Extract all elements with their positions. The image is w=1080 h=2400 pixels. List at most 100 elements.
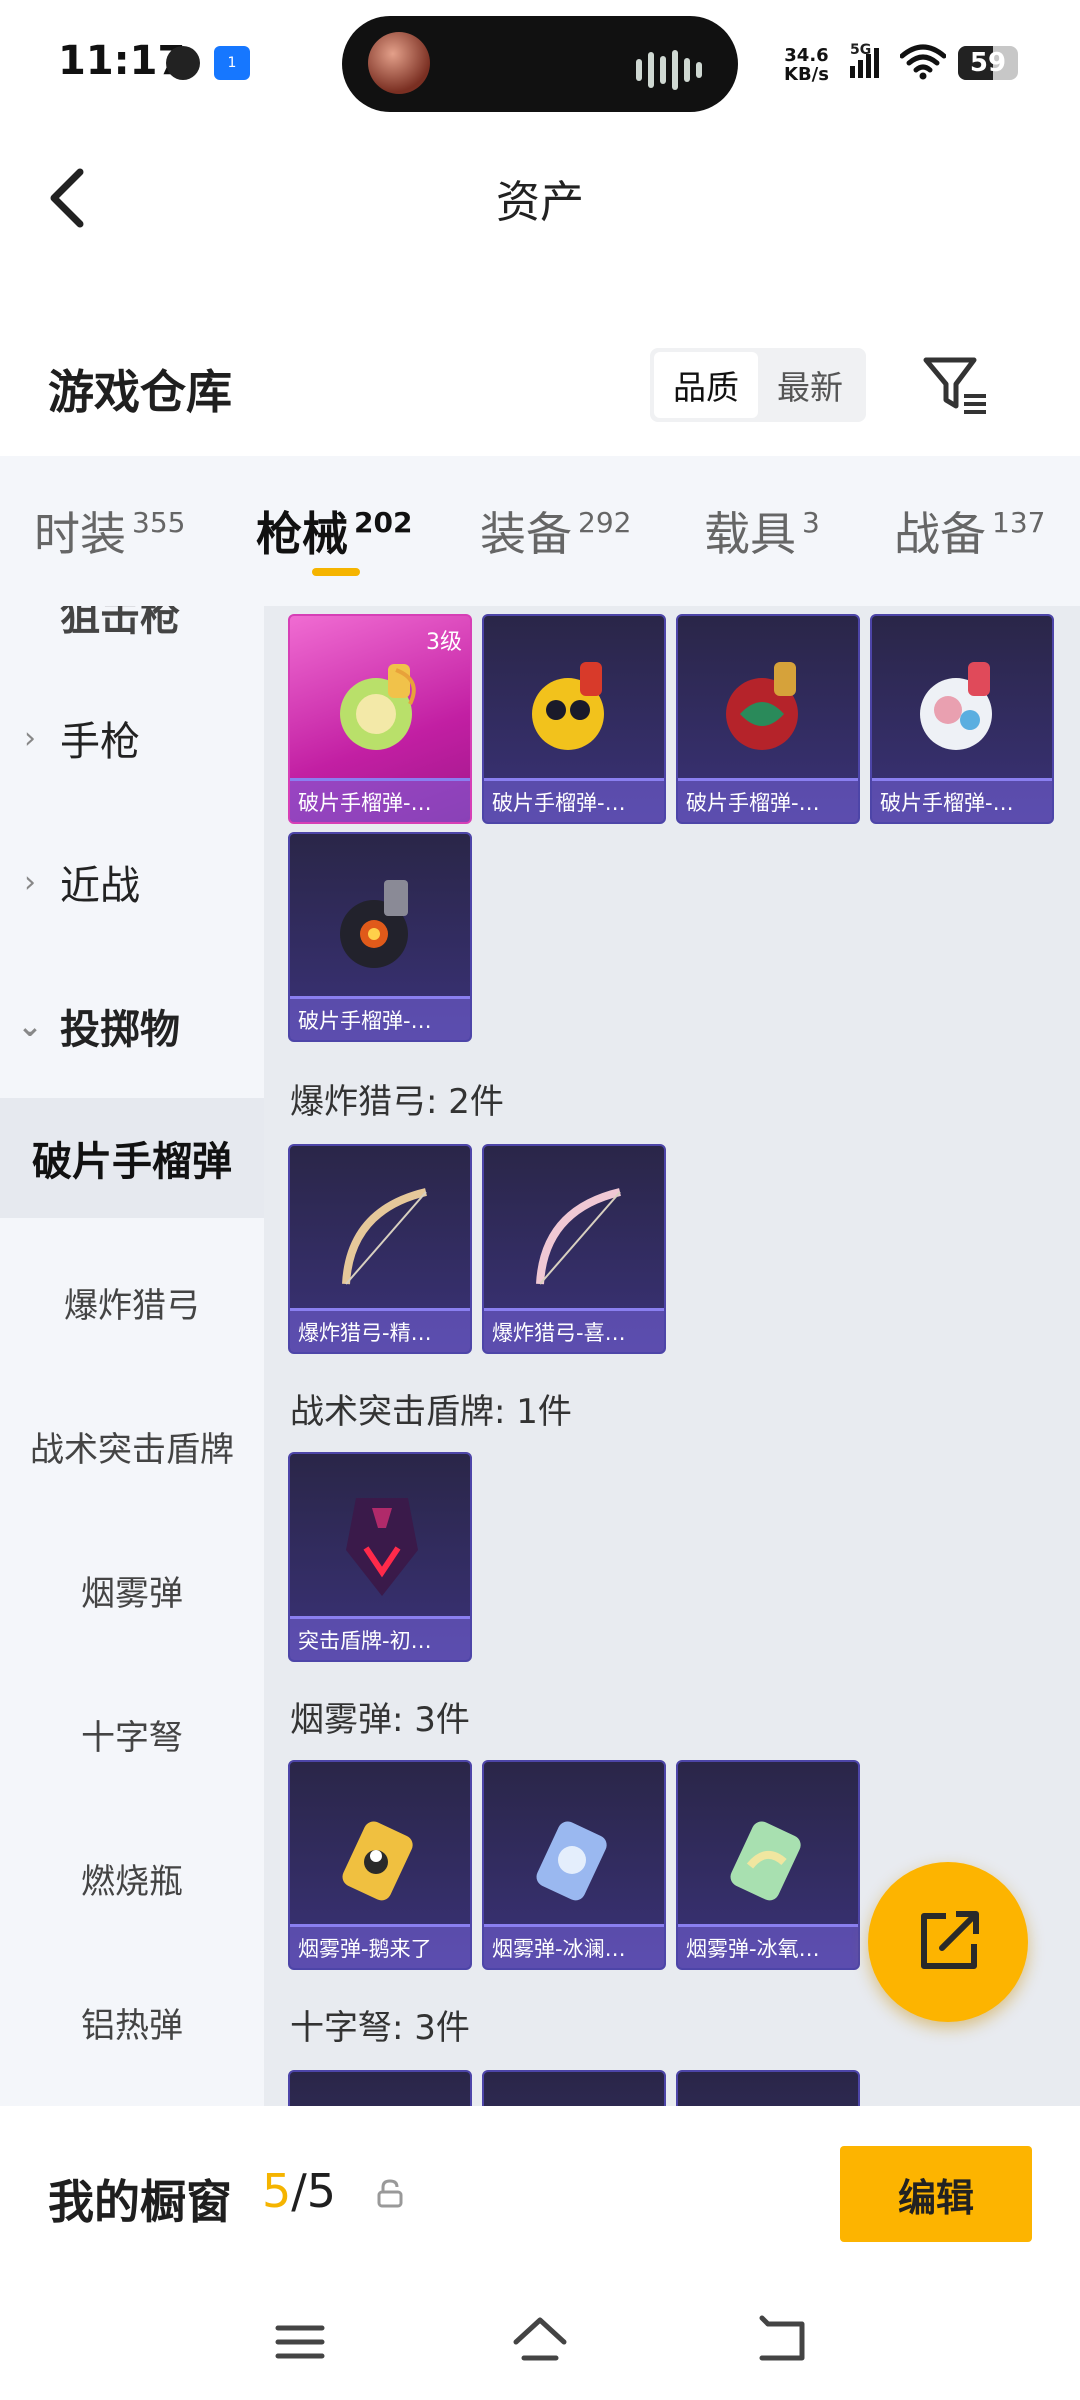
item-card[interactable]: 破片手榴弹-… — [288, 832, 472, 1042]
tab-gear[interactable]: 战备 137 — [894, 498, 1045, 564]
item-card[interactable]: 3级 破片手榴弹-… — [288, 614, 472, 824]
item-card[interactable] — [676, 2070, 860, 2106]
section-title: 游戏仓库 — [48, 365, 232, 419]
grenade-icon — [340, 664, 416, 750]
filter-icon[interactable] — [920, 354, 990, 418]
chevron-right-icon: › — [24, 864, 36, 900]
group-title: 烟雾弹: 3件 — [290, 1700, 470, 1740]
edit-button[interactable]: 编辑 — [840, 2146, 1032, 2242]
item-name: 爆炸猎弓-喜… — [484, 1308, 664, 1352]
item-name: 破片手榴弹-… — [484, 778, 664, 822]
tab-vehicles[interactable]: 载具 3 — [704, 498, 820, 564]
network-speed-unit: KB/s — [784, 64, 829, 85]
chevron-right-icon: › — [24, 720, 36, 756]
item-card[interactable]: 爆炸猎弓-精… — [288, 1144, 472, 1354]
network-type-label: 5G — [850, 42, 872, 58]
bow-icon — [342, 1188, 427, 1285]
sidebar-subitem-explosive-bow[interactable]: 爆炸猎弓 — [0, 1242, 264, 1362]
menu-icon[interactable] — [270, 2312, 330, 2372]
item-name: 烟雾弹-冰氧… — [678, 1924, 858, 1968]
back-nav-icon[interactable] — [752, 2312, 812, 2372]
showcase-current: 5 — [262, 2164, 292, 2218]
item-card[interactable]: 突击盾牌-初… — [288, 1452, 472, 1662]
grenade-icon — [726, 662, 798, 750]
tab-equipment[interactable]: 装备 292 — [480, 498, 631, 564]
sidebar-item-label: 近战 — [60, 863, 140, 909]
grenade-icon — [920, 662, 992, 750]
item-card[interactable]: 破片手榴弹-… — [482, 614, 666, 824]
item-name: 烟雾弹-冰澜… — [484, 1924, 664, 1968]
sidebar-subitem-smoke-grenade[interactable]: 烟雾弹 — [0, 1530, 264, 1650]
sidebar-subitem-frag-grenade[interactable]: 破片手榴弹 — [0, 1098, 264, 1218]
tab-firearms[interactable]: 枪械 202 — [256, 498, 412, 564]
smoke-grenade-icon — [342, 1821, 413, 1901]
system-nav-bar — [0, 2302, 1080, 2382]
smoke-grenade-icon — [730, 1821, 801, 1901]
grenade-icon — [340, 880, 408, 968]
chevron-down-icon: ⌄ — [17, 1008, 43, 1044]
item-card[interactable]: 破片手榴弹-… — [676, 614, 860, 824]
wifi-icon — [900, 44, 946, 80]
item-card[interactable]: 烟雾弹-冰澜… — [482, 1760, 666, 1970]
showcase-count: 5/5 — [262, 2164, 336, 2218]
sidebar-item-throwables[interactable]: ⌄ 投掷物 — [0, 976, 264, 1076]
group-title: 十字弩: 3件 — [290, 2008, 470, 2048]
status-bar: 11:17 1 34.6 KB/s 5G 59 — [0, 0, 1080, 130]
smoke-grenade-icon — [536, 1821, 607, 1901]
app-notification-icon — [166, 46, 200, 80]
item-card[interactable]: 烟雾弹-鹅来了 — [288, 1760, 472, 1970]
item-name: 破片手榴弹-… — [872, 778, 1052, 822]
sidebar-subitem-crossbow[interactable]: 十字弩 — [0, 1674, 264, 1794]
network-speed: 34.6 KB/s — [784, 46, 829, 84]
sidebar: 狙击枪 › 手枪 › 近战 ⌄ 投掷物 破片手榴弹 爆炸猎弓 战术突击盾牌 烟雾… — [0, 606, 264, 2106]
item-level-badge: 3级 — [426, 630, 462, 655]
share-fab-button[interactable] — [868, 1862, 1028, 2022]
sidebar-item-label: 手枪 — [60, 719, 140, 765]
home-icon[interactable] — [510, 2312, 570, 2372]
sidebar-subitem-molotov[interactable]: 燃烧瓶 — [0, 1818, 264, 1938]
category-tabs: 时装 355 枪械 202 装备 292 载具 3 战备 137 — [0, 456, 1080, 606]
showcase-total: /5 — [291, 2164, 337, 2218]
item-card[interactable] — [482, 2070, 666, 2106]
sort-by-quality-button[interactable]: 品质 — [654, 352, 758, 418]
sidebar-item-label: 投掷物 — [60, 1007, 180, 1053]
item-name: 破片手榴弹-… — [290, 778, 470, 822]
network-speed-value: 34.6 — [784, 45, 829, 66]
sort-toggle: 品质 最新 — [650, 348, 866, 422]
tab-fashion[interactable]: 时装 355 — [34, 498, 185, 564]
game-avatar-icon — [368, 32, 430, 94]
item-name: 破片手榴弹-… — [290, 996, 470, 1040]
sort-by-newest-button[interactable]: 最新 — [758, 352, 862, 418]
sidebar-item-melee[interactable]: › 近战 — [0, 832, 264, 932]
cellular-signal-icon: 5G — [850, 42, 879, 78]
bottom-bar: 我的橱窗 5/5 编辑 — [0, 2106, 1080, 2400]
group-title: 战术突击盾牌: 1件 — [290, 1392, 572, 1432]
lock-icon — [377, 2179, 403, 2208]
sidebar-item-partial[interactable]: 狙击枪 — [60, 606, 180, 642]
shield-icon — [346, 1498, 418, 1596]
sidebar-subitem-assault-shield[interactable]: 战术突击盾牌 — [0, 1386, 264, 1506]
item-name: 爆炸猎弓-精… — [290, 1308, 470, 1352]
top-header: 资产 — [0, 130, 1080, 270]
item-name: 突击盾牌-初… — [290, 1616, 470, 1660]
audio-wave-icon — [636, 50, 702, 90]
group-title: 爆炸猎弓: 2件 — [290, 1082, 504, 1122]
sidebar-item-pistol[interactable]: › 手枪 — [0, 688, 264, 788]
showcase-label: 我的橱窗 — [48, 2175, 232, 2229]
active-tab-indicator — [312, 568, 360, 576]
dynamic-island[interactable] — [342, 16, 738, 112]
broadcast-notification-icon: 1 — [214, 46, 250, 80]
share-icon — [921, 1911, 979, 1969]
item-card[interactable]: 爆炸猎弓-喜… — [482, 1144, 666, 1354]
sidebar-subitem-thermite[interactable]: 铝热弹 — [0, 1962, 264, 2082]
item-name: 破片手榴弹-… — [678, 778, 858, 822]
bow-icon — [536, 1188, 621, 1285]
battery-icon: 59 — [958, 46, 1018, 80]
item-card[interactable]: 烟雾弹-冰氧… — [676, 1760, 860, 1970]
grenade-icon — [532, 662, 604, 750]
item-name: 烟雾弹-鹅来了 — [290, 1924, 470, 1968]
page-title: 资产 — [496, 177, 584, 228]
item-card[interactable] — [288, 2070, 472, 2106]
item-card[interactable]: 破片手榴弹-… — [870, 614, 1054, 824]
battery-level: 59 — [969, 48, 1007, 78]
